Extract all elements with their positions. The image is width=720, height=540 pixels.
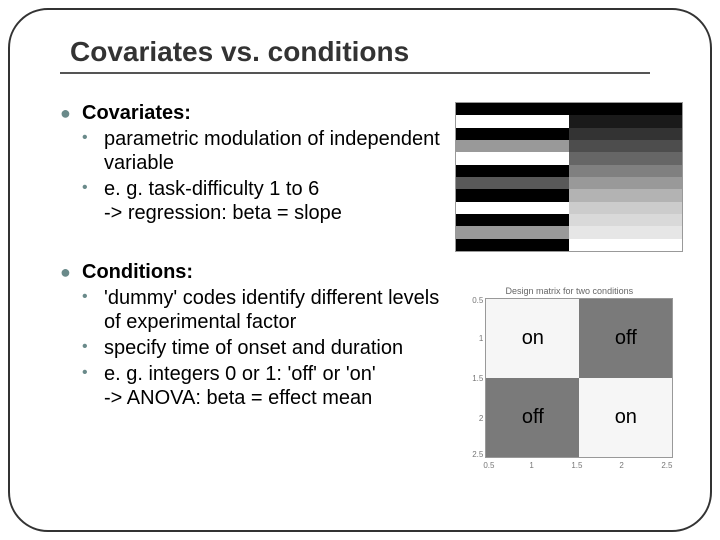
cell-on-br: on bbox=[579, 378, 672, 457]
stripe bbox=[456, 115, 569, 127]
xtick: 2.5 bbox=[661, 461, 672, 470]
sub-text: e. g. integers 0 or 1: 'off' or 'on' -> … bbox=[104, 362, 443, 410]
cell-off-bl: off bbox=[486, 378, 579, 457]
bullet-icon: ● bbox=[60, 261, 82, 410]
section-heading: Covariates: bbox=[82, 102, 443, 125]
xtick: 2 bbox=[619, 461, 623, 470]
section-content: Conditions: • 'dummy' codes identify dif… bbox=[82, 261, 443, 410]
sub-bullet-icon: • bbox=[82, 362, 104, 410]
sub-bullet-icon: • bbox=[82, 286, 104, 334]
sub-text: e. g. task-difficulty 1 to 6 -> regressi… bbox=[104, 177, 443, 225]
slide-content: Covariates vs. conditions ● Covariates: … bbox=[0, 0, 720, 540]
fig1-left-stripes bbox=[456, 103, 569, 251]
gradient-row bbox=[569, 226, 682, 238]
sub-bullet-icon: • bbox=[82, 336, 104, 360]
gradient-row bbox=[569, 214, 682, 226]
gradient-row bbox=[569, 128, 682, 140]
stripe bbox=[456, 152, 569, 164]
section-conditions: ● Conditions: • 'dummy' codes identify d… bbox=[60, 261, 443, 410]
ytick: 2 bbox=[459, 414, 483, 423]
sub-item: • 'dummy' codes identify different level… bbox=[82, 286, 443, 334]
gradient-row bbox=[569, 177, 682, 189]
gradient-row bbox=[569, 165, 682, 177]
ytick: 2.5 bbox=[459, 450, 483, 459]
stripe bbox=[456, 189, 569, 201]
section-covariates: ● Covariates: • parametric modulation of… bbox=[60, 102, 443, 225]
text-column: ● Covariates: • parametric modulation of… bbox=[60, 102, 443, 468]
ytick: 1.5 bbox=[459, 374, 483, 383]
bullet-icon: ● bbox=[60, 102, 82, 225]
stripe bbox=[456, 177, 569, 189]
gradient-row bbox=[569, 239, 682, 251]
sub-text: parametric modulation of independent var… bbox=[104, 127, 443, 175]
figure-conditions-matrix: Design matrix for two conditions on off … bbox=[455, 286, 683, 468]
stripe bbox=[456, 103, 569, 115]
cell-off-tr: off bbox=[579, 299, 672, 378]
figure-covariate-matrix bbox=[455, 102, 683, 252]
ytick: 0.5 bbox=[459, 296, 483, 305]
sub-bullet-icon: • bbox=[82, 127, 104, 175]
stripe bbox=[456, 128, 569, 140]
sub-text: 'dummy' codes identify different levels … bbox=[104, 286, 443, 334]
stripe bbox=[456, 165, 569, 177]
gradient-row bbox=[569, 140, 682, 152]
sub-bullet-icon: • bbox=[82, 177, 104, 225]
gradient-row bbox=[569, 189, 682, 201]
cell-on-tl: on bbox=[486, 299, 579, 378]
stripe bbox=[456, 226, 569, 238]
ytick: 1 bbox=[459, 334, 483, 343]
sub-item: • e. g. integers 0 or 1: 'off' or 'on' -… bbox=[82, 362, 443, 410]
xtick: 0.5 bbox=[483, 461, 494, 470]
figure-column: Design matrix for two conditions on off … bbox=[455, 102, 690, 468]
sub-item: • parametric modulation of independent v… bbox=[82, 127, 443, 175]
section-heading: Conditions: bbox=[82, 261, 443, 284]
section-content: Covariates: • parametric modulation of i… bbox=[82, 102, 443, 225]
stripe bbox=[456, 214, 569, 226]
stripe bbox=[456, 202, 569, 214]
title-underline bbox=[60, 72, 650, 74]
sub-item: • e. g. task-difficulty 1 to 6 -> regres… bbox=[82, 177, 443, 225]
gradient-row bbox=[569, 103, 682, 115]
fig1-right-gradient bbox=[569, 103, 682, 251]
xtick: 1.5 bbox=[571, 461, 582, 470]
fig2-grid: on off off on bbox=[485, 298, 673, 458]
xtick: 1 bbox=[529, 461, 533, 470]
fig2-area: on off off on 0.5 1 1.5 2 2.5 0.5 1 1.5 … bbox=[455, 298, 683, 468]
slide-title: Covariates vs. conditions bbox=[70, 36, 690, 68]
body-row: ● Covariates: • parametric modulation of… bbox=[60, 102, 690, 468]
sub-item: • specify time of onset and duration bbox=[82, 336, 443, 360]
stripe bbox=[456, 239, 569, 251]
stripe bbox=[456, 140, 569, 152]
sub-text: specify time of onset and duration bbox=[104, 336, 443, 360]
gradient-row bbox=[569, 115, 682, 127]
gradient-row bbox=[569, 202, 682, 214]
fig2-caption: Design matrix for two conditions bbox=[455, 286, 683, 296]
gradient-row bbox=[569, 152, 682, 164]
